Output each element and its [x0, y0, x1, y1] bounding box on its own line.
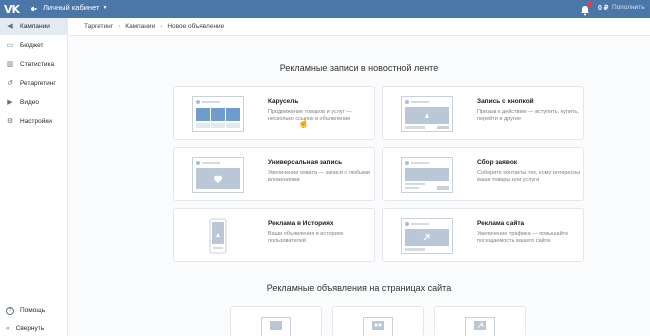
breadcrumb-campaigns[interactable]: Кампании — [125, 23, 155, 30]
card-title: Запись с кнопкой — [477, 98, 534, 105]
app-ad-thumbnail — [465, 317, 495, 336]
card-title: Сбор заявок — [477, 159, 518, 166]
help-label: Помощь — [20, 307, 46, 314]
format-card-lead-form[interactable]: Сбор заявок Соберите контакты тех, кому … — [382, 147, 584, 201]
notifications-button[interactable] — [580, 2, 592, 16]
sidebar-item-label: Статистика — [20, 61, 55, 68]
card-title: Универсальная запись — [268, 159, 343, 166]
community-ad-thumbnail — [363, 317, 393, 336]
card-description: Продвижение товаров и услуг — несколько … — [268, 109, 352, 122]
site-format-card-community[interactable] — [332, 306, 424, 336]
sidebar: ◀ Кампании ▭ Бюджет ▥ Статистика ↺ Ретар… — [0, 18, 68, 336]
top-bar: VK Личный кабинет ▼ 0 ₽ Пополнить — [0, 0, 650, 18]
wallet-icon: ▭ — [6, 41, 14, 49]
card-description: Соберите контакты тех, кому интересны ва… — [477, 170, 581, 183]
sidebar-item-label: Бюджет — [20, 42, 44, 49]
chevron-down-icon: ▼ — [102, 4, 108, 11]
card-description: Ваши объявления в историях пользователей — [268, 231, 344, 244]
carousel-thumbnail — [192, 96, 244, 132]
breadcrumb: Таргетинг › Кампании › Новое объявление — [68, 18, 650, 36]
topup-link[interactable]: Пополнить — [612, 4, 645, 11]
sidebar-item-video[interactable]: ▶ Видео — [0, 94, 67, 111]
lead-form-thumbnail — [401, 157, 453, 193]
collapse-button[interactable]: « Свернуть — [0, 321, 67, 336]
video-icon: ▶ — [7, 98, 13, 106]
breadcrumb-current: Новое объявление — [167, 23, 225, 30]
feed-section-title: Рекламные записи в новостной ленте — [279, 63, 439, 73]
website-ad-thumbnail — [401, 218, 453, 254]
breadcrumb-targeting[interactable]: Таргетинг — [84, 23, 113, 30]
help-link[interactable]: ? Помощь — [0, 303, 67, 318]
collapse-label: Свернуть — [15, 325, 45, 332]
card-title: Реклама в Историях — [268, 220, 334, 227]
sidebar-item-label: Видео — [20, 99, 39, 106]
sidebar-item-statistics[interactable]: ▥ Статистика — [0, 56, 67, 73]
hand-cursor-icon: ☝ — [298, 118, 310, 128]
megaphone-icon — [31, 6, 37, 12]
breadcrumb-separator: › — [118, 23, 121, 30]
sidebar-item-retargeting[interactable]: ↺ Ретаргетинг — [0, 75, 67, 92]
help-icon: ? — [6, 306, 14, 315]
site-format-card-app[interactable] — [434, 306, 526, 336]
sidebar-item-settings[interactable]: ⚙ Настройки — [0, 113, 67, 130]
megaphone-icon: ◀ — [7, 22, 13, 30]
card-title: Карусель — [268, 98, 299, 105]
balance-value: 0 ₽ — [598, 5, 609, 12]
format-card-website-ad[interactable]: Реклама сайта Увеличение трафика — повыш… — [382, 208, 584, 262]
card-title: Реклама сайта — [477, 220, 525, 227]
image-ad-thumbnail — [261, 317, 291, 336]
breadcrumb-separator: › — [160, 23, 163, 30]
format-card-button-post[interactable]: Запись с кнопкой Призыв к действию — вст… — [382, 86, 584, 140]
sidebar-item-label: Ретаргетинг — [20, 80, 56, 87]
format-card-universal-post[interactable]: Универсальная запись Увеличение охвата —… — [173, 147, 375, 201]
stories-thumbnail — [192, 218, 244, 254]
sidebar-item-campaigns[interactable]: ◀ Кампании — [0, 18, 67, 35]
gear-icon: ⚙ — [6, 117, 14, 125]
collapse-icon: « — [6, 325, 10, 332]
button-post-thumbnail — [401, 96, 453, 132]
cabinet-switcher[interactable]: Личный кабинет ▼ — [43, 3, 107, 12]
vk-logo[interactable]: VK — [4, 3, 20, 16]
cabinet-label: Личный кабинет — [43, 3, 100, 12]
retarget-icon: ↺ — [7, 79, 13, 87]
site-format-card-image[interactable] — [230, 306, 322, 336]
card-description: Призыв к действию — вступить, купить, пе… — [477, 109, 579, 122]
sidebar-item-label: Кампании — [20, 23, 50, 30]
chart-icon: ▥ — [6, 60, 14, 68]
sidebar-item-label: Настройки — [20, 118, 52, 125]
format-card-carousel[interactable]: Карусель Продвижение товаров и услуг — н… — [173, 86, 375, 140]
format-card-stories[interactable]: Реклама в Историях Ваши объявления в ист… — [173, 208, 375, 262]
site-section-title: Рекламные объявления на страницах сайта — [266, 283, 452, 293]
card-description: Увеличение охвата — записи с любыми влож… — [268, 170, 370, 183]
card-description: Увеличение трафика — повышайте посещаемо… — [477, 231, 569, 244]
notification-badge — [587, 2, 592, 7]
sidebar-item-budget[interactable]: ▭ Бюджет — [0, 37, 67, 54]
universal-post-thumbnail — [192, 157, 244, 193]
